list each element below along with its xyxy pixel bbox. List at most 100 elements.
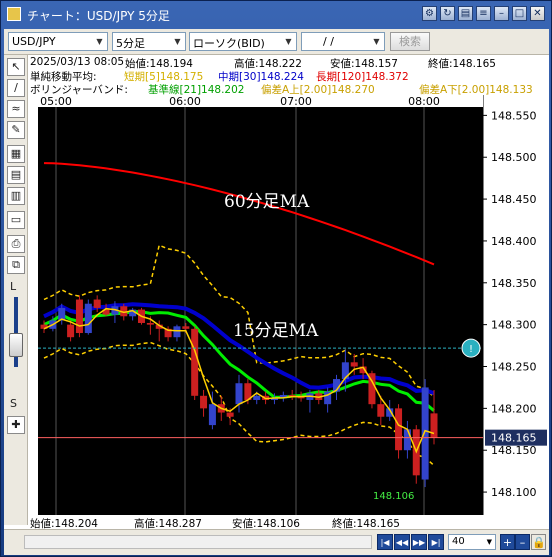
minimize-button[interactable]: – — [494, 6, 509, 21]
chevron-down-icon: ▼ — [369, 33, 384, 50]
candle-body — [226, 412, 234, 417]
indicator-icon[interactable]: ≈ — [7, 100, 25, 118]
search-button[interactable]: 検索 — [390, 32, 430, 51]
range-info: 始値:148.204 高値:148.287 安値:148.106 終値:148.… — [28, 515, 549, 530]
candle-body — [350, 362, 358, 367]
refresh-icon[interactable]: ↻ — [440, 6, 455, 21]
window-icon[interactable]: ▭ — [7, 211, 25, 229]
table-icon[interactable]: ▥ — [7, 187, 25, 205]
info-datetime: 2025/03/13 08:05 — [30, 56, 125, 68]
candle-body — [235, 383, 243, 405]
date-field[interactable]: / / ▼ — [301, 32, 385, 51]
pair-value: USD/JPY — [12, 35, 56, 48]
candle-body — [173, 326, 181, 338]
zoom-slider-thumb[interactable] — [9, 333, 23, 357]
close-button[interactable]: ✕ — [530, 6, 545, 21]
top-toolbar: USD/JPY ▼ 5分足 ▼ ローソク(BID) ▼ / / ▼ 検索 — [4, 29, 549, 55]
ma-legend: 単純移動平均: 短期[5]148.175 中期[30]148.224 長期[12… — [28, 69, 549, 83]
candle-body — [84, 303, 92, 334]
price-tick-label: 148.350 — [491, 277, 537, 290]
maximize-button[interactable]: □ — [512, 6, 527, 21]
title-bar: チャート：USD/JPY 5分足 ⚙ ↻ ▤ ≡ – □ ✕ — [3, 3, 549, 27]
candle-body — [421, 387, 429, 480]
candle-body — [341, 362, 349, 380]
candle-body — [253, 395, 261, 400]
candle-body — [191, 328, 199, 396]
chevron-down-icon: ▼ — [281, 33, 296, 50]
low-annotation: 148.106 — [373, 491, 414, 502]
price-tick-label: 148.200 — [491, 402, 537, 415]
timeframe-select[interactable]: 5分足 ▼ — [112, 32, 186, 51]
price-tick-label: 148.400 — [491, 235, 537, 248]
next-page-icon[interactable]: ▶▶ — [411, 534, 427, 550]
price-tick-label: 148.550 — [491, 109, 537, 122]
candle-body — [208, 404, 216, 426]
prev-page-icon[interactable]: ◀◀ — [394, 534, 410, 550]
chart-panel: USD/JPY ▼ 5分足 ▼ ローソク(BID) ▼ / / ▼ 検索 ↖ ∕… — [4, 29, 549, 555]
alert-marker-glyph: ! — [469, 344, 473, 355]
chevron-down-icon: ▼ — [486, 538, 492, 546]
app-icon — [7, 7, 21, 21]
pair-select[interactable]: USD/JPY ▼ — [8, 32, 108, 51]
candle-body — [67, 324, 75, 338]
price-tick-label: 148.300 — [491, 319, 537, 332]
bb-legend: ボリンジャーバンド: 基準線[21]148.202 偏差A上[2.00]148.… — [28, 82, 549, 96]
first-page-icon[interactable]: |◀ — [377, 534, 393, 550]
time-tick-label: 08:00 — [408, 95, 440, 108]
date-value: / / — [323, 35, 334, 48]
time-tick-label: 05:00 — [40, 95, 72, 108]
zoom-small-label: S — [10, 397, 17, 410]
window-title: チャート：USD/JPY 5分足 — [27, 9, 170, 23]
chevron-down-icon: ▼ — [92, 33, 107, 50]
price-chart[interactable]: 05:0006:0007:0008:0005:0006:0007:0008:00… — [28, 95, 549, 515]
candle-body — [395, 408, 403, 451]
status-bar: |◀ ◀◀ ▶▶ ▶| 40 ▼ + – 🔒 — [4, 529, 549, 555]
chart-type-value: ローソク(BID) — [193, 37, 265, 50]
window-buttons: ⚙ ↻ ▤ ≡ – □ ✕ — [422, 6, 545, 21]
list-icon[interactable]: ▤ — [7, 166, 25, 184]
menu-icon[interactable]: ≡ — [476, 6, 491, 21]
candle-body — [93, 299, 101, 308]
price-tick-label: 148.450 — [491, 193, 537, 206]
layout-icon[interactable]: ▤ — [458, 6, 473, 21]
ohlc-info: 2025/03/13 08:05 始値:148.194 高値:148.222 安… — [28, 55, 549, 70]
grid-icon[interactable]: ▦ — [7, 145, 25, 163]
time-tick-label: 06:00 — [169, 95, 201, 108]
zoom-out-button[interactable]: – — [515, 534, 530, 550]
candle-body — [377, 404, 385, 417]
price-tick-label: 148.150 — [491, 444, 537, 457]
chart-svg[interactable]: 05:0006:0007:0008:0005:0006:0007:0008:00… — [28, 95, 549, 515]
draw-icon[interactable]: ✎ — [7, 121, 25, 139]
print-icon[interactable]: ⎙ — [7, 235, 25, 253]
zoom-in-button[interactable]: + — [500, 534, 515, 550]
candle-body — [146, 322, 154, 325]
chart-window: チャート：USD/JPY 5分足 ⚙ ↻ ▤ ≡ – □ ✕ USD/JPY ▼… — [0, 0, 552, 557]
candle-body — [403, 429, 411, 451]
zoom-value: 40 — [452, 536, 465, 547]
annotation-60min-ma: 60分足MA — [224, 192, 310, 212]
price-tick-label: 148.250 — [491, 361, 537, 374]
candle-body — [200, 395, 208, 409]
last-page-icon[interactable]: ▶| — [428, 534, 444, 550]
price-tick-label: 148.100 — [491, 486, 537, 499]
time-tick-label: 07:00 — [280, 95, 312, 108]
chevron-down-icon: ▼ — [170, 33, 185, 50]
timeframe-value: 5分足 — [116, 37, 145, 50]
cursor-icon[interactable]: ↖ — [7, 58, 25, 76]
drawing-toolbar: ↖ ∕ ≈ ✎ ▦ ▤ ▥ ▭ ⎙ ⧉ L S ✚ — [4, 55, 28, 525]
zoom-select[interactable]: 40 ▼ — [448, 534, 496, 550]
lock-icon[interactable]: 🔒 — [531, 534, 546, 550]
trendline-icon[interactable]: ∕ — [7, 79, 25, 97]
annotation-15min-ma: 15分足MA — [233, 321, 319, 341]
candle-body — [182, 326, 190, 329]
candle-body — [430, 413, 438, 438]
zoom-large-label: L — [10, 280, 17, 293]
candle-body — [75, 299, 83, 334]
time-scrollbar[interactable] — [24, 535, 372, 549]
settings-icon[interactable]: ⚙ — [422, 6, 437, 21]
current-price-label: 148.165 — [491, 432, 537, 445]
price-tick-label: 148.500 — [491, 151, 537, 164]
chart-type-select[interactable]: ローソク(BID) ▼ — [189, 32, 297, 51]
copy-icon[interactable]: ⧉ — [7, 256, 25, 274]
crosshair-icon[interactable]: ✚ — [7, 416, 25, 434]
